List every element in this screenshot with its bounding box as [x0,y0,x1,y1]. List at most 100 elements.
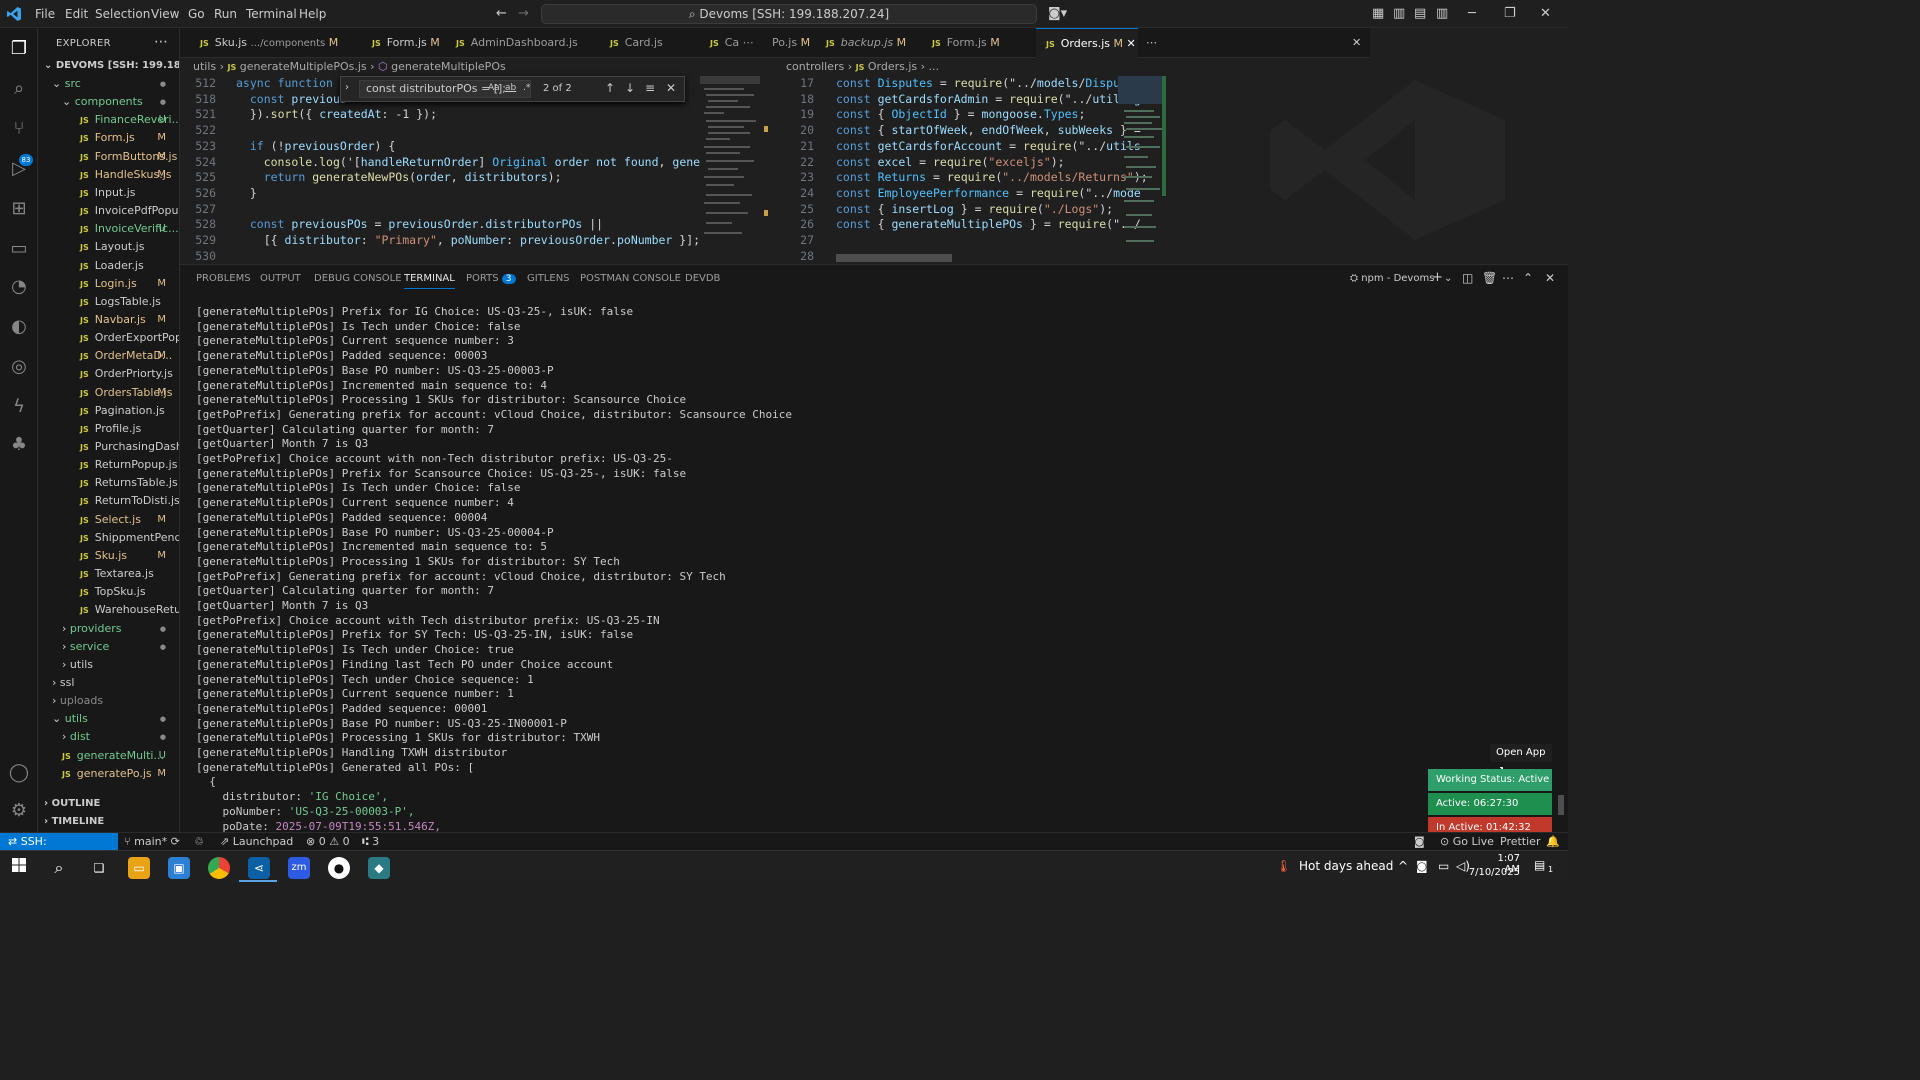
file-item[interactable]: JS OrdersTable.js M [38,384,179,402]
menu-view[interactable]: View [151,7,179,21]
tab-ca[interactable]: JS Ca ⋯ [710,28,754,58]
database-icon[interactable]: ◎ [8,356,30,378]
next-match-icon[interactable]: ↓ [625,81,635,95]
network-icon[interactable]: ▭ [1438,859,1449,873]
toggle-panel-icon[interactable]: ▤ [1414,6,1426,21]
more-actions-icon[interactable]: ⋯ [743,36,754,49]
remote-indicator[interactable]: ⇄ SSH: 199.188.207.24 [0,833,118,865]
file-item[interactable]: JS Input.js [38,184,179,202]
close-group-icon[interactable]: ✕ [1352,28,1361,58]
source-control-icon[interactable]: ⑂ [8,118,30,140]
file-item[interactable]: JS Login.js M [38,275,179,293]
tab-form-js-2[interactable]: JS Form.js M [932,28,1000,58]
problems-indicator[interactable]: ⊗ 0 ⚠ 0 [306,833,350,850]
tab-backup-js[interactable]: JS backup.js M [826,28,906,58]
file-item[interactable]: JS generatePo.js M [38,765,179,783]
microsoft-store-icon[interactable]: ▣ [168,857,190,879]
app-circle-icon[interactable]: ● [328,857,350,879]
close-icon[interactable]: ✕ [1540,6,1551,21]
split-terminal-icon[interactable]: ◫ [1462,271,1473,285]
python-icon[interactable]: ♣ [8,434,30,456]
task-view-icon[interactable]: ❏ [88,857,110,879]
folder-item[interactable]: › uploads [38,692,179,710]
folder-item[interactable]: › dist ● [38,728,179,746]
file-item[interactable]: JS WarehouseReturn.js [38,601,179,619]
tab-card-js[interactable]: JS Card.js [610,28,663,58]
menu-run[interactable]: Run [214,7,237,21]
file-item[interactable]: JS generateMulti... U [38,747,179,765]
extensions-icon[interactable]: ⊞ [8,198,30,220]
close-panel-icon[interactable]: ✕ [1545,271,1555,285]
horizontal-scrollbar[interactable] [836,254,952,262]
command-center[interactable]: ⌕ Devoms [SSH: 199.188.207.24] [541,4,1037,24]
kill-terminal-icon[interactable]: 🗑 [1482,271,1497,285]
menu-file[interactable]: File [35,7,55,21]
file-item[interactable]: JS FinanceReveri... U [38,111,179,129]
close-tab-icon[interactable]: ✕ [1127,37,1136,50]
weather-text[interactable]: Hot days ahead [1299,859,1393,873]
ports-indicator[interactable]: ⑆ 3 [362,833,379,850]
file-item[interactable]: JS Sku.js M [38,547,179,565]
tab-terminal[interactable]: TERMINAL [404,273,455,289]
file-item[interactable]: JS InvoiceVerific... U [38,220,179,238]
menu-go[interactable]: Go [188,7,205,21]
postman-icon[interactable]: ◐ [8,316,30,338]
outline-section[interactable]: › OUTLINE [38,795,179,813]
file-explorer-icon[interactable]: ▭ [128,857,150,879]
terminal-selector[interactable]: ⛭ npm - Devoms [1350,273,1434,284]
notification-center-icon[interactable]: ▤ [1534,858,1545,872]
file-item[interactable]: JS Pagination.js [38,402,179,420]
folder-item[interactable]: › ssl [38,674,179,692]
menu-edit[interactable]: Edit [65,7,88,21]
tab-gitlens[interactable]: GITLENS [527,273,570,284]
file-item[interactable]: JS HandleSkus.js M [38,166,179,184]
tab-debug-console[interactable]: DEBUG CONSOLE [314,273,402,284]
restore-icon[interactable]: ❐ [1504,6,1516,21]
file-item[interactable]: JS ShippmentPending... [38,529,179,547]
more-actions-icon[interactable]: ⋯ [154,34,168,50]
app-diamond-icon[interactable]: ◆ [368,857,390,879]
file-item[interactable]: JS Layout.js [38,238,179,256]
windows-start-icon[interactable] [8,857,30,879]
thunder-client-icon[interactable]: ϟ [8,396,30,418]
tab-devdb[interactable]: DEVDB [685,273,720,284]
notifications-bell-icon[interactable]: 🔔 [1546,833,1560,850]
file-item[interactable]: JS Profile.js [38,420,179,438]
tab-form-js[interactable]: JS Form.js M [372,28,440,58]
account-icon[interactable]: ◯ [8,762,30,784]
find-in-selection-icon[interactable]: ≡ [645,81,655,95]
back-arrow-icon[interactable]: ← [496,6,507,21]
prettier-button[interactable]: Prettier [1500,833,1540,850]
terminal-scrollbar[interactable] [1558,795,1564,815]
search-icon[interactable]: ⌕ [8,78,30,100]
clock-date[interactable]: 7/10/2025 [1468,867,1520,878]
copilot-tray-icon[interactable]: ◙ [1416,859,1428,873]
remote-explorer-icon[interactable]: ▭ [8,238,30,260]
more-tabs-icon[interactable]: ⋯ [1146,28,1157,58]
file-item[interactable]: JS Select.js M [38,511,179,529]
menu-terminal[interactable]: Terminal [246,7,297,21]
run-debug-icon[interactable]: ▷ [8,158,30,180]
copilot-icon[interactable]: ◙▾ [1048,6,1067,21]
minimap-right[interactable] [1118,76,1168,264]
customize-layout-icon[interactable]: ▦ [1372,6,1384,21]
tray-chevron-icon[interactable]: ^ [1398,859,1408,873]
file-item[interactable]: JS ReturnPopup.js [38,456,179,474]
file-item[interactable]: JS Form.js M [38,129,179,147]
gitlens-icon[interactable]: ◔ [8,276,30,298]
file-item[interactable]: JS PurchasingDashbo... [38,438,179,456]
tab-output[interactable]: OUTPUT [260,273,301,284]
file-item[interactable]: JS TopSku.js [38,583,179,601]
toggle-replace-icon[interactable]: › [345,82,349,93]
terminal-dropdown-icon[interactable]: ⌄ [1444,273,1452,284]
folder-item[interactable]: ⌄ utils ● [38,710,179,728]
file-item[interactable]: JS InvoicePdfPopup.js [38,202,179,220]
branch-indicator[interactable]: ⑂ main* ⟳ [124,833,180,850]
file-item[interactable]: JS OrderMetaD... M [38,347,179,365]
explorer-root[interactable]: ⌄ DEVOMS [SSH: 199.188.20... [38,57,179,75]
chrome-icon[interactable] [208,857,230,879]
match-word-button[interactable]: ab [505,83,516,93]
file-item[interactable]: JS OrderExportPopup.js [38,329,179,347]
folder-item[interactable]: › providers ● [38,620,179,638]
zoom-icon[interactable]: zm [288,857,310,879]
